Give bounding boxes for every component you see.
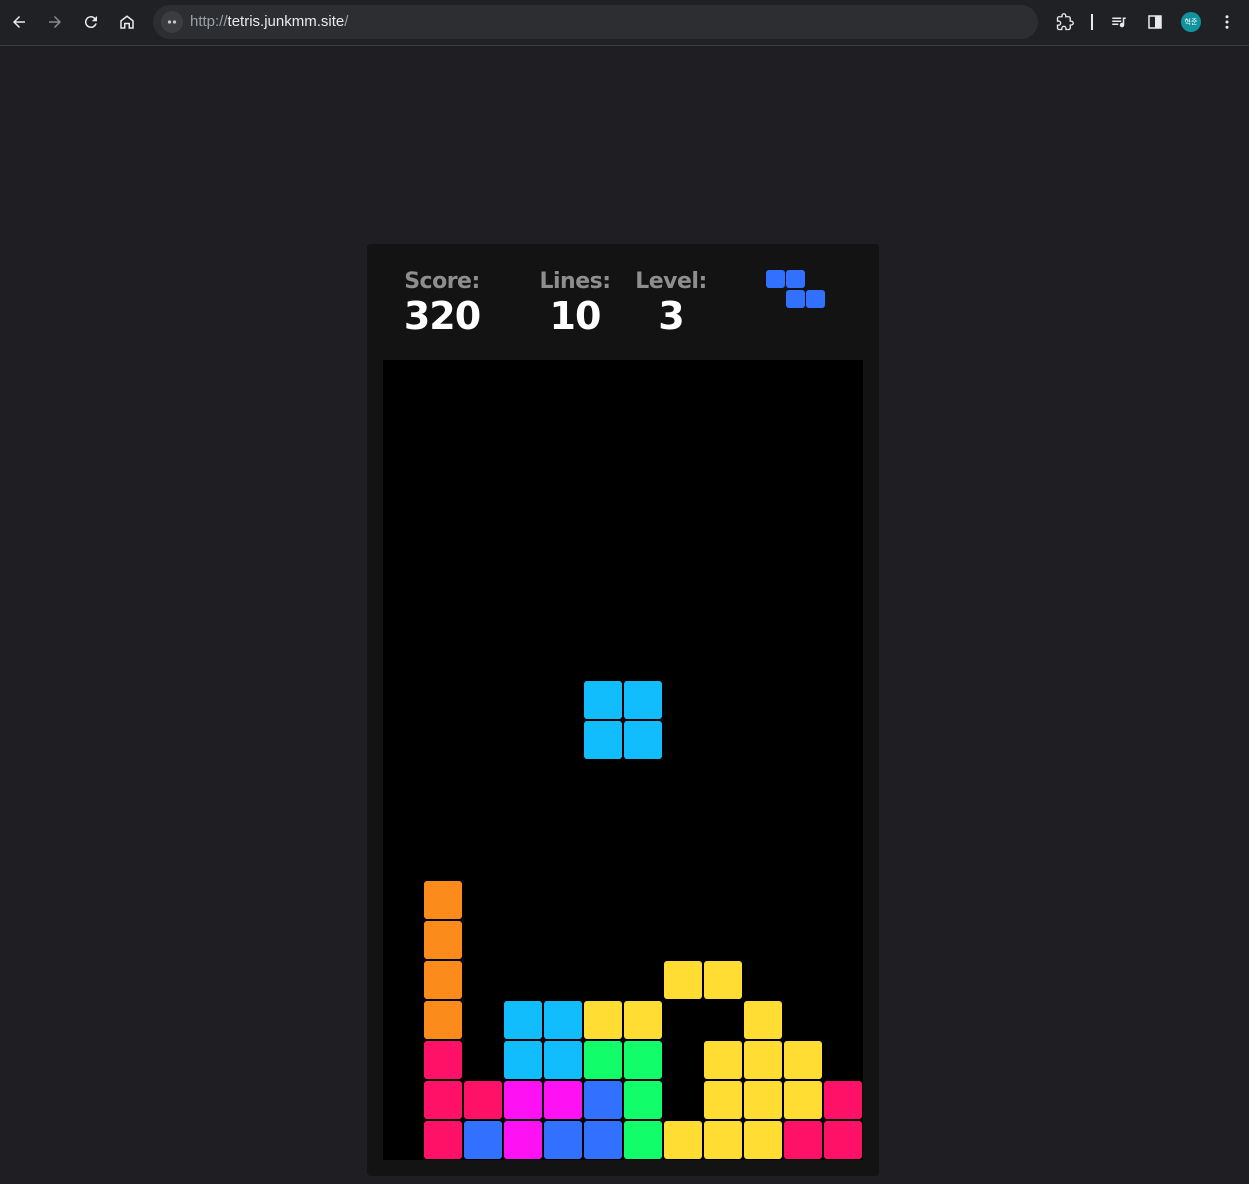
board-block bbox=[584, 1001, 622, 1039]
tetris-game-panel: Score: 320 Lines: 10 Level: 3 bbox=[367, 244, 879, 1176]
score-value: 320 bbox=[403, 294, 481, 338]
falling-piece-block bbox=[584, 721, 622, 759]
address-bar[interactable]: http://tetris.junkmm.site/ bbox=[153, 5, 1038, 39]
board-block bbox=[704, 961, 742, 999]
score-label: Score: bbox=[404, 269, 480, 294]
lines-label: Lines: bbox=[539, 269, 611, 294]
forward-icon[interactable] bbox=[42, 9, 68, 35]
url-scheme: http:// bbox=[190, 13, 228, 30]
reload-icon[interactable] bbox=[78, 9, 104, 35]
board-block bbox=[624, 1001, 662, 1039]
board-block bbox=[744, 1121, 782, 1159]
game-board[interactable] bbox=[383, 360, 863, 1160]
board-block bbox=[744, 1081, 782, 1119]
falling-piece-block bbox=[624, 721, 662, 759]
toolbar-divider bbox=[1091, 14, 1093, 30]
level-stat: Level: 3 bbox=[626, 269, 716, 337]
back-icon[interactable] bbox=[6, 9, 32, 35]
board-block bbox=[544, 1121, 582, 1159]
next-piece-block bbox=[786, 270, 805, 288]
side-panel-icon[interactable] bbox=[1142, 9, 1168, 35]
board-block bbox=[424, 961, 462, 999]
board-block bbox=[664, 961, 702, 999]
profile-avatar[interactable]: 혁준 bbox=[1181, 12, 1201, 32]
site-info-icon[interactable] bbox=[161, 11, 183, 33]
board-block bbox=[504, 1121, 542, 1159]
url-host: tetris.junkmm.site bbox=[227, 13, 345, 30]
lines-value: 10 bbox=[549, 294, 602, 338]
board-block bbox=[704, 1081, 742, 1119]
next-piece-block bbox=[786, 290, 805, 308]
board-block bbox=[824, 1081, 862, 1119]
board-block bbox=[624, 1081, 662, 1119]
board-block bbox=[704, 1121, 742, 1159]
level-value: 3 bbox=[658, 294, 684, 338]
url-path: / bbox=[344, 13, 349, 30]
level-label: Level: bbox=[635, 269, 707, 294]
board-block bbox=[584, 1081, 622, 1119]
url-text[interactable]: http://tetris.junkmm.site/ bbox=[190, 13, 348, 30]
board-block bbox=[464, 1081, 502, 1119]
board-block bbox=[784, 1041, 822, 1079]
board-block bbox=[704, 1041, 742, 1079]
next-piece-block bbox=[806, 290, 825, 308]
menu-kebab-icon[interactable] bbox=[1214, 9, 1240, 35]
board-block bbox=[624, 1121, 662, 1159]
falling-piece-block bbox=[624, 681, 662, 719]
board-block bbox=[464, 1121, 502, 1159]
board-block bbox=[624, 1041, 662, 1079]
board-block bbox=[504, 1041, 542, 1079]
board-block bbox=[544, 1081, 582, 1119]
board-block bbox=[584, 1041, 622, 1079]
home-icon[interactable] bbox=[114, 9, 140, 35]
extensions-icon[interactable] bbox=[1052, 9, 1078, 35]
board-block bbox=[824, 1121, 862, 1159]
board-block bbox=[504, 1001, 542, 1039]
board-block bbox=[664, 1121, 702, 1159]
next-piece-block bbox=[766, 270, 785, 288]
board-block bbox=[424, 1121, 462, 1159]
board-block bbox=[744, 1041, 782, 1079]
browser-toolbar: http://tetris.junkmm.site/ 혁준 bbox=[0, 0, 1249, 46]
media-control-icon[interactable] bbox=[1106, 9, 1132, 35]
board-block bbox=[424, 1001, 462, 1039]
board-block bbox=[584, 1121, 622, 1159]
board-block bbox=[784, 1121, 822, 1159]
board-block bbox=[424, 1081, 462, 1119]
board-block bbox=[504, 1081, 542, 1119]
next-piece-preview bbox=[766, 270, 828, 312]
board-block bbox=[744, 1001, 782, 1039]
board-block bbox=[424, 1041, 462, 1079]
falling-piece-block bbox=[584, 681, 622, 719]
lines-stat: Lines: 10 bbox=[530, 269, 620, 337]
board-block bbox=[544, 1001, 582, 1039]
score-stat: Score: 320 bbox=[397, 269, 487, 337]
board-block bbox=[784, 1081, 822, 1119]
board-block bbox=[544, 1041, 582, 1079]
board-block bbox=[424, 881, 462, 919]
board-block bbox=[424, 921, 462, 959]
